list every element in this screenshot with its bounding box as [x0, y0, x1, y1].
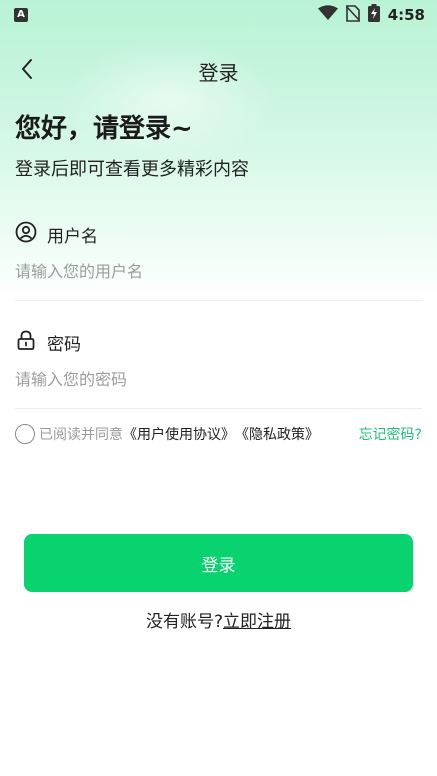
status-icons: 4:58 — [317, 4, 425, 26]
register-row: 没有账号?立即注册 — [0, 607, 437, 632]
username-label: 用户名 — [47, 226, 98, 247]
password-divider — [15, 408, 422, 409]
agreement-prefix: 已阅读并同意 — [39, 427, 123, 443]
no-sim-icon — [345, 4, 361, 26]
app-notification-icon: A — [14, 8, 28, 22]
greeting-title: 您好，请登录~ — [15, 114, 193, 144]
privacy-policy-link[interactable]: 《隐私政策》 — [235, 424, 319, 444]
login-button[interactable]: 登录 — [24, 534, 413, 592]
forgot-password-link[interactable]: 忘记密码? — [359, 424, 422, 444]
register-prompt: 没有账号? — [145, 612, 224, 632]
password-input[interactable] — [15, 362, 422, 396]
greeting-subtitle: 登录后即可查看更多精彩内容 — [15, 159, 249, 180]
lock-icon — [15, 329, 37, 355]
agreement-row: 已阅读并同意 《用户使用协议》 《隐私政策》 忘记密码? — [15, 423, 422, 445]
password-label: 密码 — [47, 334, 81, 355]
register-link[interactable]: 立即注册 — [223, 612, 291, 632]
user-circle-icon — [15, 221, 37, 247]
password-label-row: 密码 — [15, 329, 81, 355]
app-header: 登录 — [0, 52, 437, 90]
battery-charging-icon — [367, 4, 380, 26]
username-divider — [15, 300, 422, 301]
chevron-left-icon — [20, 58, 34, 84]
back-button[interactable] — [14, 58, 40, 84]
page-title: 登录 — [198, 60, 239, 85]
wifi-icon — [317, 5, 338, 25]
user-agreement-link[interactable]: 《用户使用协议》 — [123, 424, 235, 444]
username-label-row: 用户名 — [15, 221, 98, 247]
agreement-checkbox[interactable] — [15, 424, 35, 444]
username-input[interactable] — [15, 254, 422, 288]
status-time: 4:58 — [387, 6, 425, 24]
status-bar: A 4:58 — [0, 0, 437, 30]
